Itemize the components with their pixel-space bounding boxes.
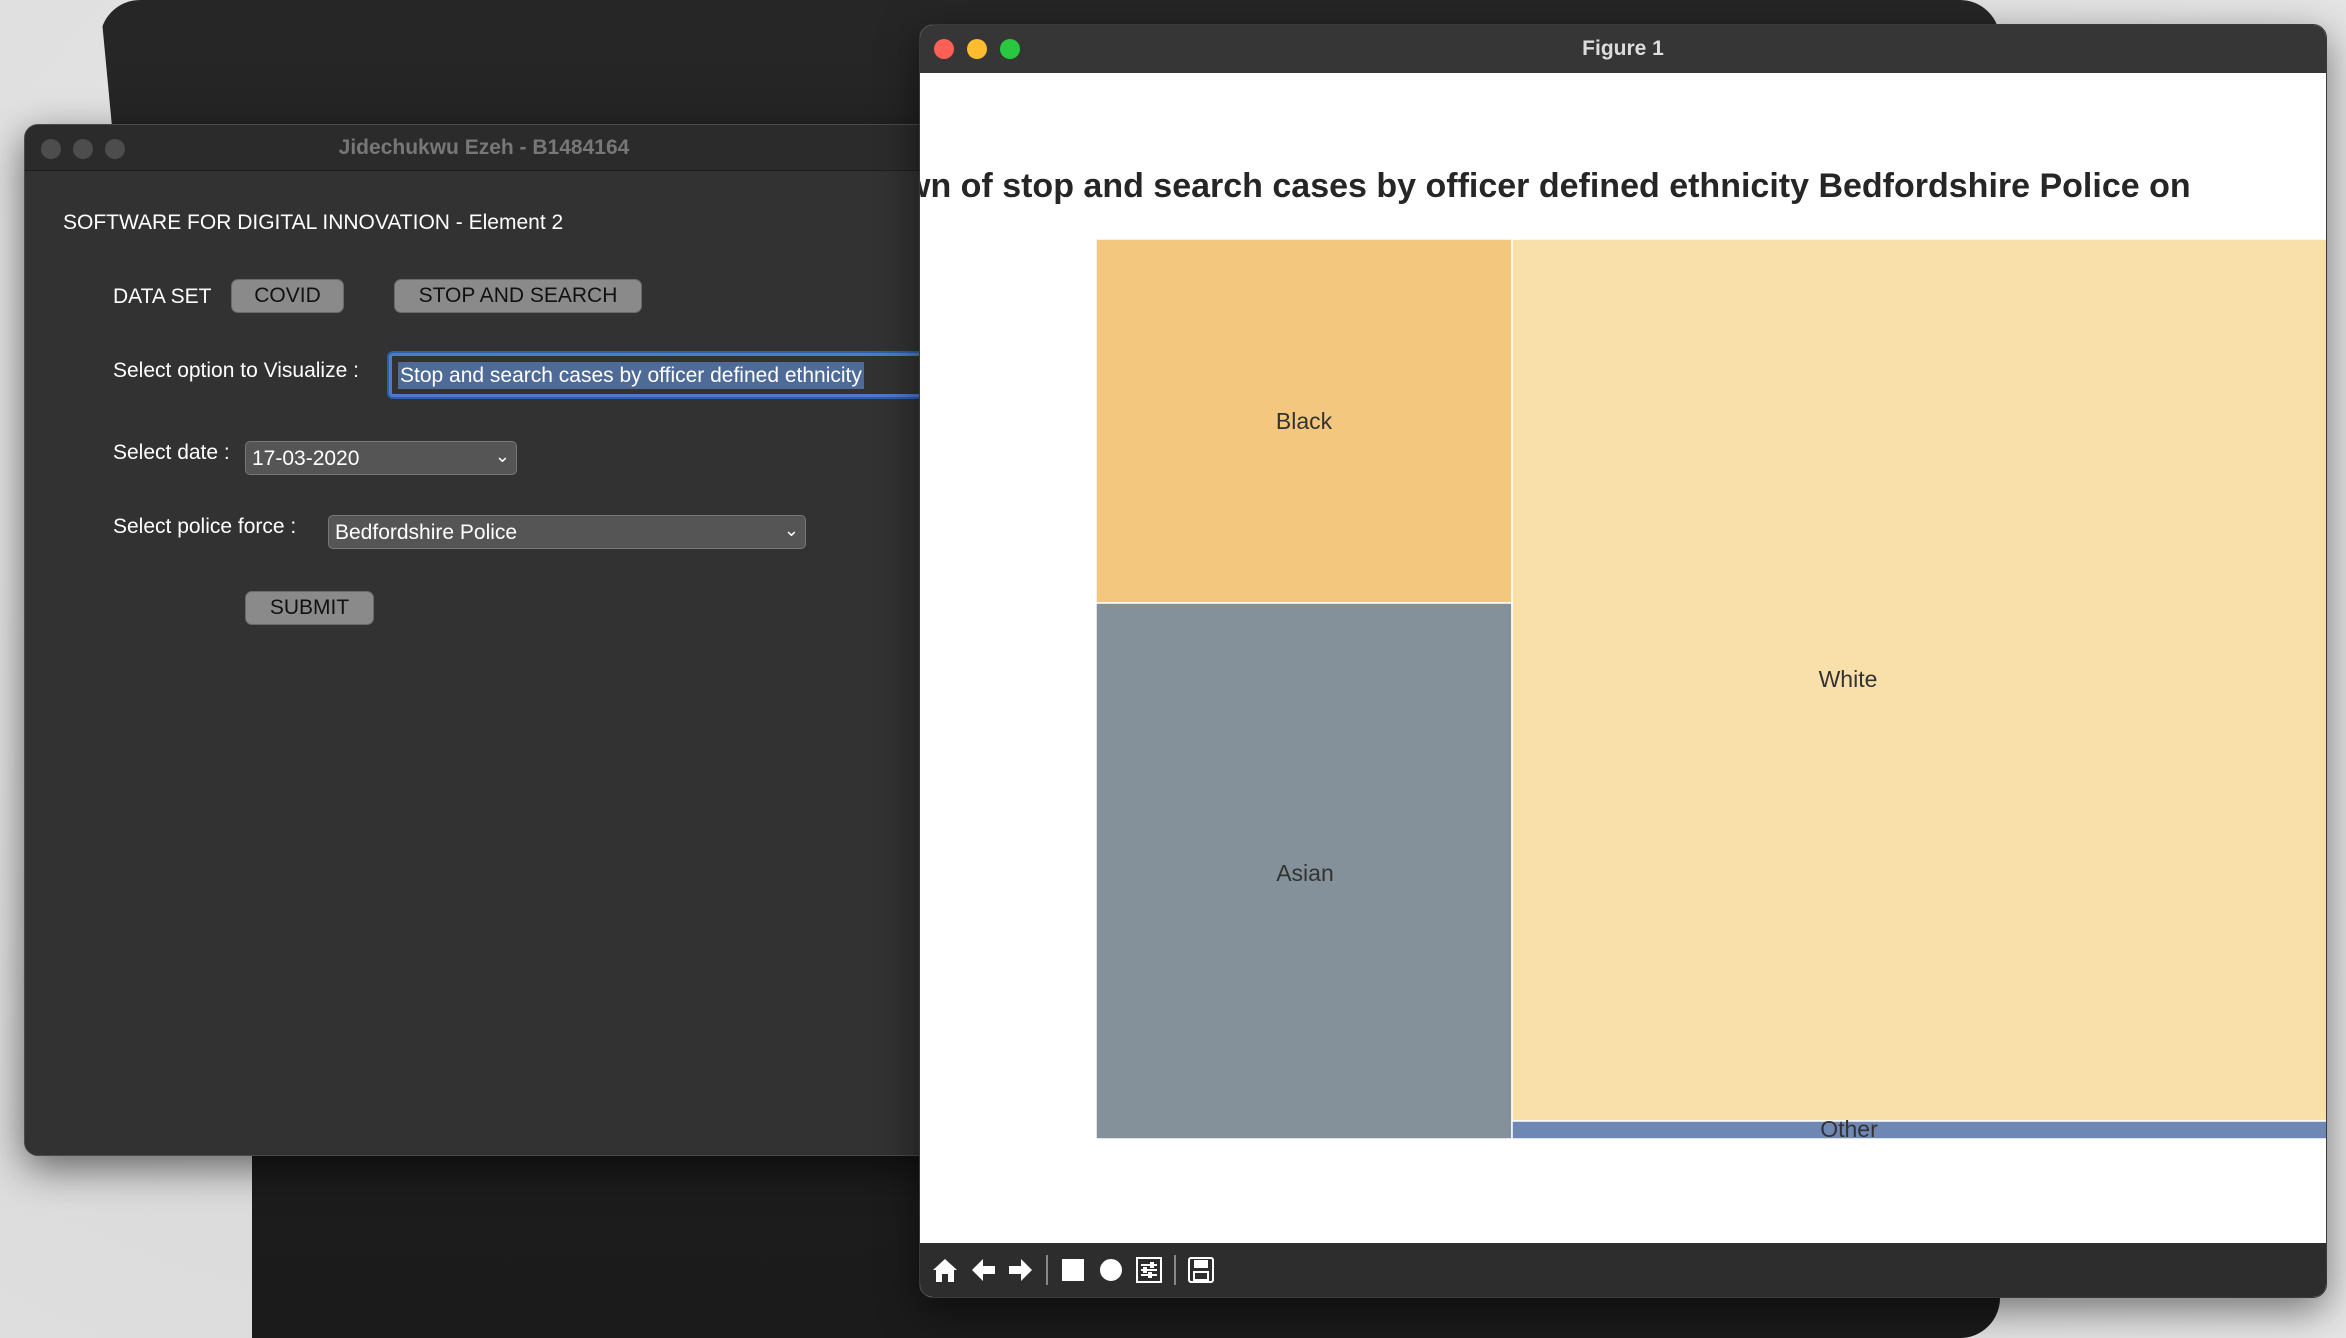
close-button[interactable] — [41, 139, 61, 159]
save-icon[interactable] — [1184, 1253, 1218, 1287]
treemap-tile-other — [1511, 1120, 2326, 1140]
visualize-label: Select option to Visualize : — [113, 359, 359, 382]
zoom-button[interactable] — [1000, 39, 1020, 59]
visualize-option-field[interactable]: Stop and search cases by officer defined… — [389, 353, 943, 397]
police-force-select[interactable]: Bedfordshire Police ⌄ — [328, 515, 806, 549]
chevron-down-icon: ⌄ — [494, 446, 510, 466]
visualize-option-value: Stop and search cases by officer defined… — [398, 362, 864, 389]
treemap-label-black: Black — [1276, 408, 1333, 434]
minimize-button[interactable] — [967, 39, 987, 59]
covid-button[interactable]: COVID — [231, 279, 344, 313]
figure-titlebar: Figure 1 — [920, 25, 2326, 73]
figure-window: Figure 1 Black Asian White Other wn of stop … — [919, 24, 2327, 1298]
forward-arrow-icon[interactable] — [1004, 1253, 1038, 1287]
police-select-value: Bedfordshire Police — [335, 521, 518, 544]
window-titlebar: Jidechukwu Ezeh - B1484164 — [25, 125, 943, 171]
minimize-button[interactable] — [73, 139, 93, 159]
figure-toolbar — [920, 1243, 2326, 1297]
window-title: Jidechukwu Ezeh - B1484164 — [338, 135, 630, 159]
chevron-down-icon: ⌄ — [783, 520, 799, 540]
app-heading: SOFTWARE FOR DIGITAL INNOVATION - Elemen… — [63, 211, 564, 234]
zoom-button[interactable] — [105, 139, 125, 159]
visualizer-app-window: Jidechukwu Ezeh - B1484164 SOFTWARE FOR … — [24, 124, 944, 1156]
dataset-label: DATA SET — [113, 285, 212, 308]
treemap-label-other: Other — [1820, 1116, 1878, 1142]
close-button[interactable] — [934, 39, 954, 59]
treemap-label-asian: Asian — [1276, 860, 1334, 886]
toolbar-separator — [1174, 1255, 1176, 1285]
treemap-tile-white — [1511, 238, 2326, 1122]
figure-canvas[interactable]: Black Asian White Other wn of stop and searc… — [920, 73, 2326, 1245]
back-arrow-icon[interactable] — [966, 1253, 1000, 1287]
police-label: Select police force : — [113, 515, 297, 538]
date-select-value: 17-03-2020 — [252, 447, 360, 470]
pan-icon[interactable] — [1056, 1253, 1090, 1287]
configure-subplots-icon[interactable] — [1132, 1253, 1166, 1287]
date-select[interactable]: 17-03-2020 ⌄ — [245, 441, 517, 475]
submit-button[interactable]: SUBMIT — [245, 591, 374, 625]
date-label: Select date : — [113, 441, 230, 464]
toolbar-separator — [1046, 1255, 1048, 1285]
stop-and-search-button[interactable]: STOP AND SEARCH — [394, 279, 642, 313]
figure-title: Figure 1 — [1582, 37, 1664, 60]
figure-window-controls — [934, 39, 1020, 59]
window-controls — [41, 139, 125, 159]
zoom-icon[interactable] — [1094, 1253, 1128, 1287]
treemap-label-white: White — [1819, 666, 1878, 692]
home-icon[interactable] — [928, 1253, 962, 1287]
treemap-chart: Black Asian White Other wn of stop and searc… — [920, 167, 2326, 1142]
chart-title: wn of stop and search cases by officer d… — [920, 167, 2191, 205]
